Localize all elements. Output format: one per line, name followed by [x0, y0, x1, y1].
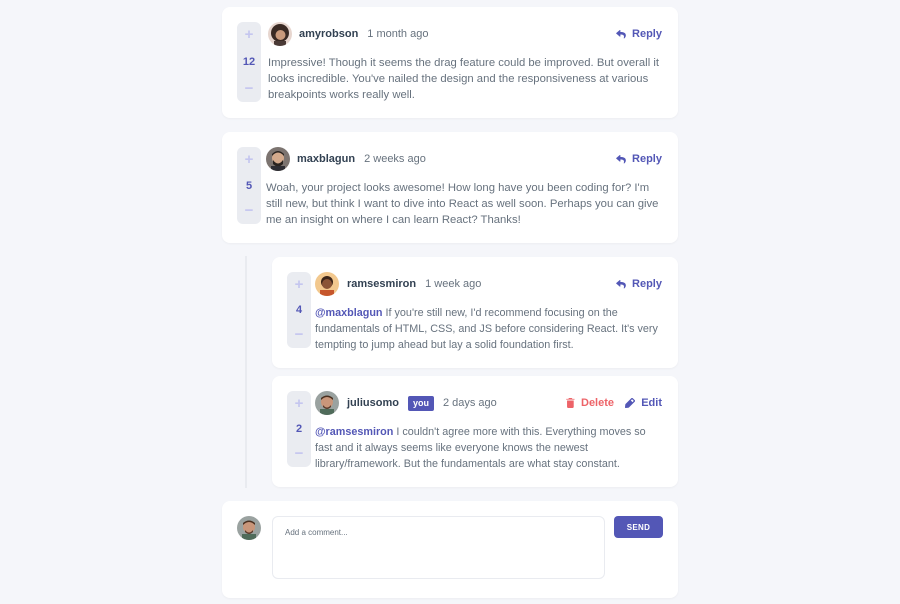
reply-header: ramsesmiron 1 week ago: [347, 272, 481, 296]
timestamp: 1 week ago: [425, 278, 482, 290]
score-value: 12: [242, 56, 256, 68]
reply-arrow-icon: [616, 154, 626, 163]
reply-button[interactable]: Reply: [616, 278, 662, 290]
edit-label: Edit: [641, 397, 662, 409]
reply-arrow-icon: [616, 29, 626, 38]
comment-card: + 5 − maxblagun 2 weeks ago Reply Woah, …: [222, 132, 678, 243]
pencil-icon: [625, 398, 636, 408]
comment-text: Impressive! Though it seems the drag fea…: [268, 57, 659, 101]
reply-label: Reply: [632, 28, 662, 40]
downvote-button[interactable]: −: [295, 446, 304, 461]
mention-link[interactable]: @ramsesmiron: [315, 426, 393, 438]
username[interactable]: ramsesmiron: [347, 278, 416, 290]
timestamp: 1 month ago: [367, 28, 429, 40]
delete-label: Delete: [581, 397, 615, 409]
avatar-image: [315, 391, 339, 415]
score-value: 5: [245, 179, 253, 192]
comment-text: Woah, your project looks awesome! How lo…: [266, 182, 659, 226]
vote-counter: + 12 −: [237, 22, 261, 102]
avatar[interactable]: [266, 147, 290, 171]
avatar[interactable]: [315, 391, 339, 415]
reply-thread-line: [245, 256, 247, 488]
avatar-image: [315, 272, 339, 296]
username[interactable]: juliusomo: [347, 397, 399, 409]
upvote-button[interactable]: +: [295, 396, 304, 411]
downvote-button[interactable]: −: [295, 327, 304, 342]
reply-header: juliusomo you 2 days ago: [347, 391, 497, 415]
delete-button[interactable]: Delete: [566, 397, 614, 409]
comment-card: + 12 − amyrobson 1 month ago Reply Impre…: [222, 7, 678, 118]
avatar-image: [268, 22, 292, 46]
upvote-button[interactable]: +: [295, 277, 304, 292]
vote-counter: + 5 −: [237, 147, 261, 224]
trash-icon: [566, 398, 575, 408]
vote-counter: + 4 −: [287, 272, 311, 348]
reply-text: @maxblagun If you're still new, I'd reco…: [315, 306, 665, 353]
comment-header: maxblagun 2 weeks ago: [297, 147, 426, 171]
avatar-image: [237, 516, 261, 540]
score-value: 4: [295, 304, 303, 316]
you-badge: you: [407, 395, 434, 411]
edit-button[interactable]: Edit: [625, 397, 662, 409]
reply-label: Reply: [632, 153, 662, 165]
reply-card: + 4 − ramsesmiron 1 week ago Reply @maxb…: [272, 257, 678, 368]
reply-card: + 2 − juliusomo you 2 days ago Delete Ed…: [272, 376, 678, 487]
avatar-image: [266, 147, 290, 171]
upvote-button[interactable]: +: [245, 27, 254, 42]
comment-header: amyrobson 1 month ago: [299, 22, 428, 46]
comment-input[interactable]: [272, 516, 605, 579]
reply-label: Reply: [632, 278, 662, 290]
send-button[interactable]: SEND: [614, 516, 663, 538]
avatar[interactable]: [315, 272, 339, 296]
downvote-button[interactable]: −: [245, 203, 254, 218]
username[interactable]: maxblagun: [297, 153, 355, 165]
upvote-button[interactable]: +: [245, 152, 254, 167]
timestamp: 2 weeks ago: [364, 153, 426, 165]
username[interactable]: amyrobson: [299, 28, 358, 40]
current-user-avatar: [237, 516, 261, 540]
reply-text: @ramsesmiron I couldn't agree more with …: [315, 425, 665, 472]
reply-arrow-icon: [616, 279, 626, 288]
reply-button[interactable]: Reply: [616, 153, 662, 165]
mention-link[interactable]: @maxblagun: [315, 307, 383, 319]
reply-button[interactable]: Reply: [616, 28, 662, 40]
avatar[interactable]: [268, 22, 292, 46]
score-value: 2: [295, 423, 303, 435]
vote-counter: + 2 −: [287, 391, 311, 467]
timestamp: 2 days ago: [442, 397, 497, 409]
downvote-button[interactable]: −: [245, 81, 254, 96]
